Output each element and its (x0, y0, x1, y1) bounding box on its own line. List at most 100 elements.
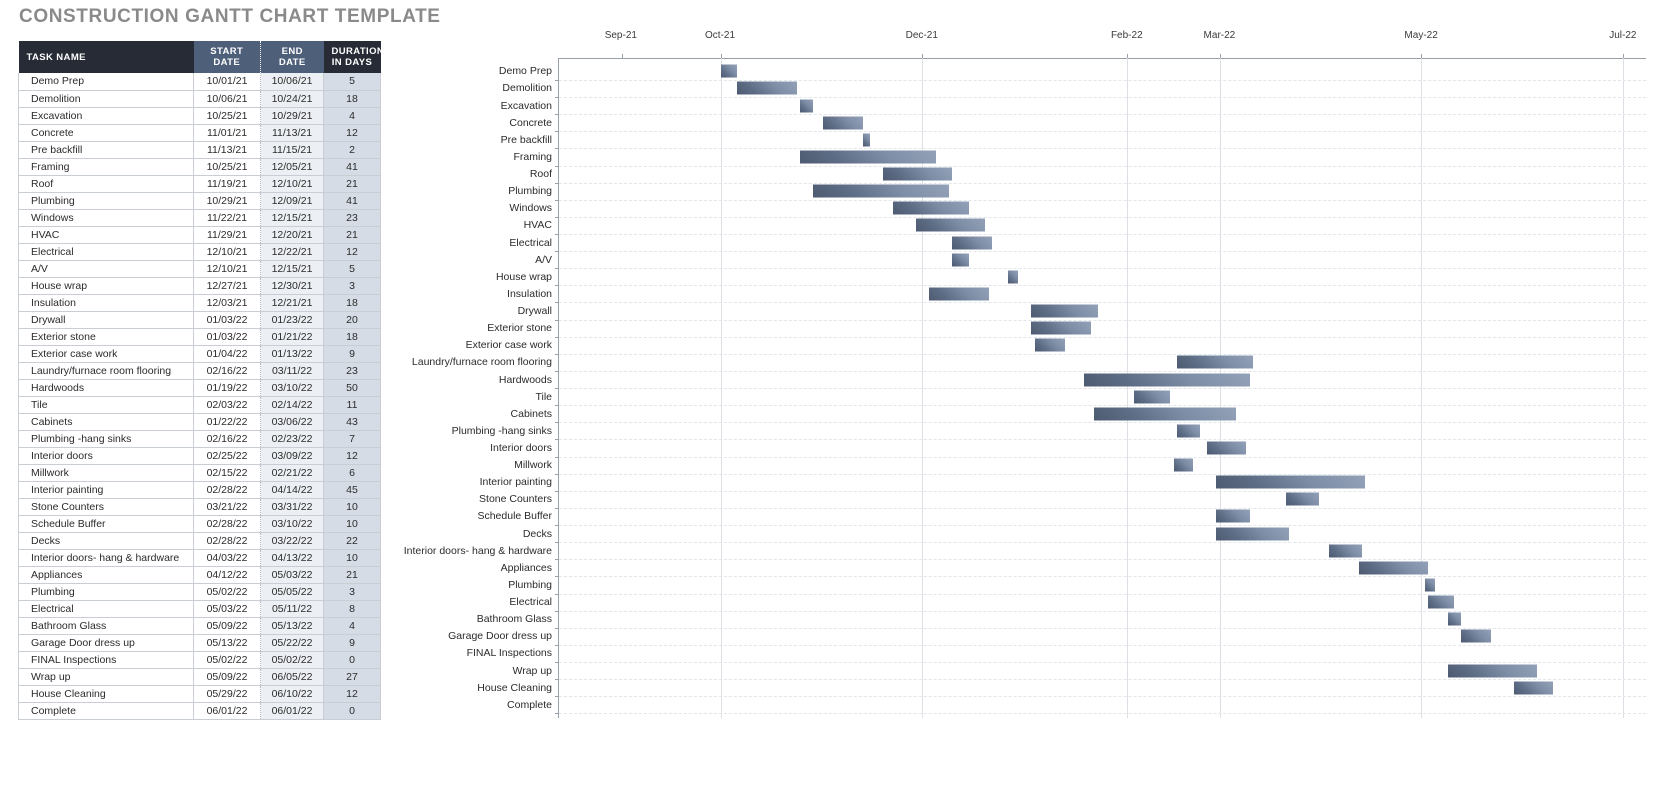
cell-duration: 12 (323, 243, 381, 261)
table-row[interactable]: Excavation 10/25/21 10/29/21 4 (18, 107, 381, 125)
table-row[interactable]: House wrap 12/27/21 12/30/21 3 (18, 277, 381, 295)
table-row[interactable]: Interior doors- hang & hardware 04/03/22 0… (18, 549, 381, 567)
cell-duration: 18 (323, 294, 381, 312)
gantt-bar[interactable] (1084, 373, 1250, 387)
gantt-bar[interactable] (1034, 338, 1065, 352)
table-row[interactable]: Decks 02/28/22 03/22/22 22 (18, 532, 381, 550)
gantt-bar[interactable] (1513, 681, 1554, 695)
table-row[interactable]: Bathroom Glass 05/09/22 05/13/22 4 (18, 617, 381, 635)
gantt-bar[interactable] (737, 81, 797, 95)
gantt-bar[interactable] (1216, 527, 1290, 541)
gantt-bar[interactable] (1176, 424, 1200, 438)
table-row[interactable]: Roof 11/19/21 12/10/21 21 (18, 175, 381, 193)
table-row[interactable]: Wrap up 05/09/22 06/05/22 27 (18, 668, 381, 686)
table-row[interactable]: Exterior stone 01/03/22 01/21/22 18 (18, 328, 381, 346)
table-row[interactable]: Complete 06/01/22 06/01/22 0 (18, 702, 381, 720)
cell-duration: 21 (323, 226, 381, 244)
gantt-bar[interactable] (1094, 407, 1237, 421)
cell-duration: 12 (323, 124, 381, 142)
cell-duration: 9 (323, 345, 381, 363)
gantt-bar[interactable] (892, 201, 969, 215)
table-row[interactable]: Framing 10/25/21 12/05/21 41 (18, 158, 381, 176)
table-row[interactable]: Plumbing 10/29/21 12/09/21 41 (18, 192, 381, 210)
horizontal-gridline (559, 388, 1646, 390)
table-row[interactable]: Interior painting 02/28/22 04/14/22 45 (18, 481, 381, 499)
gantt-bar[interactable] (1031, 321, 1091, 335)
cell-end-date: 06/01/22 (260, 702, 324, 720)
x-axis-tick-label: Jul-22 (1609, 30, 1637, 41)
gantt-bar[interactable] (1460, 629, 1491, 643)
table-row[interactable]: Garage Door dress up 05/13/22 05/22/22 9 (18, 634, 381, 652)
table-row[interactable]: Appliances 04/12/22 05/03/22 21 (18, 566, 381, 584)
table-row[interactable]: House Cleaning 05/29/22 06/10/22 12 (18, 685, 381, 703)
column-header-end-date[interactable]: END DATE (260, 41, 324, 73)
table-row[interactable]: Demo Prep 10/01/21 10/06/21 5 (18, 73, 381, 91)
gantt-bar[interactable] (1133, 390, 1171, 404)
gantt-bar[interactable] (823, 116, 863, 130)
cell-start-date: 12/10/21 (193, 260, 261, 278)
gantt-bar[interactable] (813, 184, 949, 198)
column-header-task-name[interactable]: TASK NAME (18, 41, 194, 73)
gantt-bar[interactable] (1216, 475, 1366, 489)
y-axis-row-label: Plumbing (508, 578, 552, 591)
cell-start-date: 12/03/21 (193, 294, 261, 312)
table-row[interactable]: A/V 12/10/21 12/15/21 5 (18, 260, 381, 278)
table-row[interactable]: Tile 02/03/22 02/14/22 11 (18, 396, 381, 414)
cell-end-date: 02/14/22 (260, 396, 324, 414)
gantt-bar[interactable] (800, 99, 814, 113)
gantt-bar[interactable] (1358, 561, 1428, 575)
cell-task-name: Cabinets (18, 413, 194, 431)
table-row[interactable]: FINAL Inspections 05/02/22 05/02/22 0 (18, 651, 381, 669)
gantt-bar[interactable] (929, 287, 989, 301)
gantt-bar[interactable] (1008, 270, 1019, 284)
gantt-bar[interactable] (1447, 612, 1461, 626)
gantt-bar[interactable] (952, 236, 992, 250)
gantt-bar[interactable] (882, 167, 953, 181)
gantt-bar[interactable] (1328, 544, 1362, 558)
gantt-bar[interactable] (1176, 355, 1253, 369)
table-row[interactable]: Insulation 12/03/21 12/21/21 18 (18, 294, 381, 312)
table-row[interactable]: Drywall 01/03/22 01/23/22 20 (18, 311, 381, 329)
table-row[interactable]: Concrete 11/01/21 11/13/21 12 (18, 124, 381, 142)
gantt-bar[interactable] (720, 64, 738, 78)
table-row[interactable]: Plumbing 05/02/22 05/05/22 3 (18, 583, 381, 601)
gantt-bar[interactable] (952, 253, 969, 267)
column-header-start-date[interactable]: START DATE (193, 41, 261, 73)
gantt-bar[interactable] (1447, 664, 1537, 678)
gantt-bar[interactable] (1216, 509, 1250, 523)
horizontal-gridline (559, 542, 1646, 544)
table-row[interactable]: Cabinets 01/22/22 03/06/22 43 (18, 413, 381, 431)
gantt-bar[interactable] (1427, 595, 1455, 609)
y-axis-row-label: Drywall (517, 305, 552, 318)
table-row[interactable]: Electrical 05/03/22 05/11/22 8 (18, 600, 381, 618)
column-header-duration[interactable]: DURATION IN DAYS (323, 41, 384, 73)
table-row[interactable]: Electrical 12/10/21 12/22/21 12 (18, 243, 381, 261)
cell-start-date: 02/28/22 (193, 481, 261, 499)
gantt-bar[interactable] (800, 150, 936, 164)
table-row[interactable]: Windows 11/22/21 12/15/21 23 (18, 209, 381, 227)
table-header-row: TASK NAME START DATE END DATE DURATION I… (18, 41, 384, 73)
table-row[interactable]: Pre backfill 11/13/21 11/15/21 2 (18, 141, 381, 159)
gantt-bar[interactable] (1173, 458, 1194, 472)
y-axis-row-label: Electrical (509, 596, 552, 609)
gantt-bar[interactable] (915, 218, 986, 232)
table-row[interactable]: Demolition 10/06/21 10/24/21 18 (18, 90, 381, 108)
gantt-bar[interactable] (1424, 578, 1435, 592)
table-row[interactable]: HVAC 11/29/21 12/20/21 21 (18, 226, 381, 244)
table-row[interactable]: Millwork 02/15/22 02/21/22 6 (18, 464, 381, 482)
table-row[interactable]: Exterior case work 01/04/22 01/13/22 9 (18, 345, 381, 363)
table-row[interactable]: Schedule Buffer 02/28/22 03/10/22 10 (18, 515, 381, 533)
table-row[interactable]: Laundry/furnace room flooring 02/16/22 03/… (18, 362, 381, 380)
gantt-bar[interactable] (1206, 441, 1247, 455)
gantt-bar[interactable] (862, 133, 870, 147)
table-row[interactable]: Hardwoods 01/19/22 03/10/22 50 (18, 379, 381, 397)
cell-end-date: 05/11/22 (260, 600, 324, 618)
table-row[interactable]: Interior doors 02/25/22 03/09/22 12 (18, 447, 381, 465)
gantt-bar[interactable] (1031, 304, 1098, 318)
cell-end-date: 05/02/22 (260, 651, 324, 669)
y-axis-tick-mark (555, 165, 559, 167)
gantt-x-axis: Sep-21 Oct-21 Dec-21 Feb-22 Mar-22 May-22 Jul-… (396, 30, 1646, 58)
table-row[interactable]: Plumbing -hang sinks 02/16/22 02/23/22 7 (18, 430, 381, 448)
gantt-bar[interactable] (1285, 492, 1319, 506)
table-row[interactable]: Stone Counters 03/21/22 03/31/22 10 (18, 498, 381, 516)
